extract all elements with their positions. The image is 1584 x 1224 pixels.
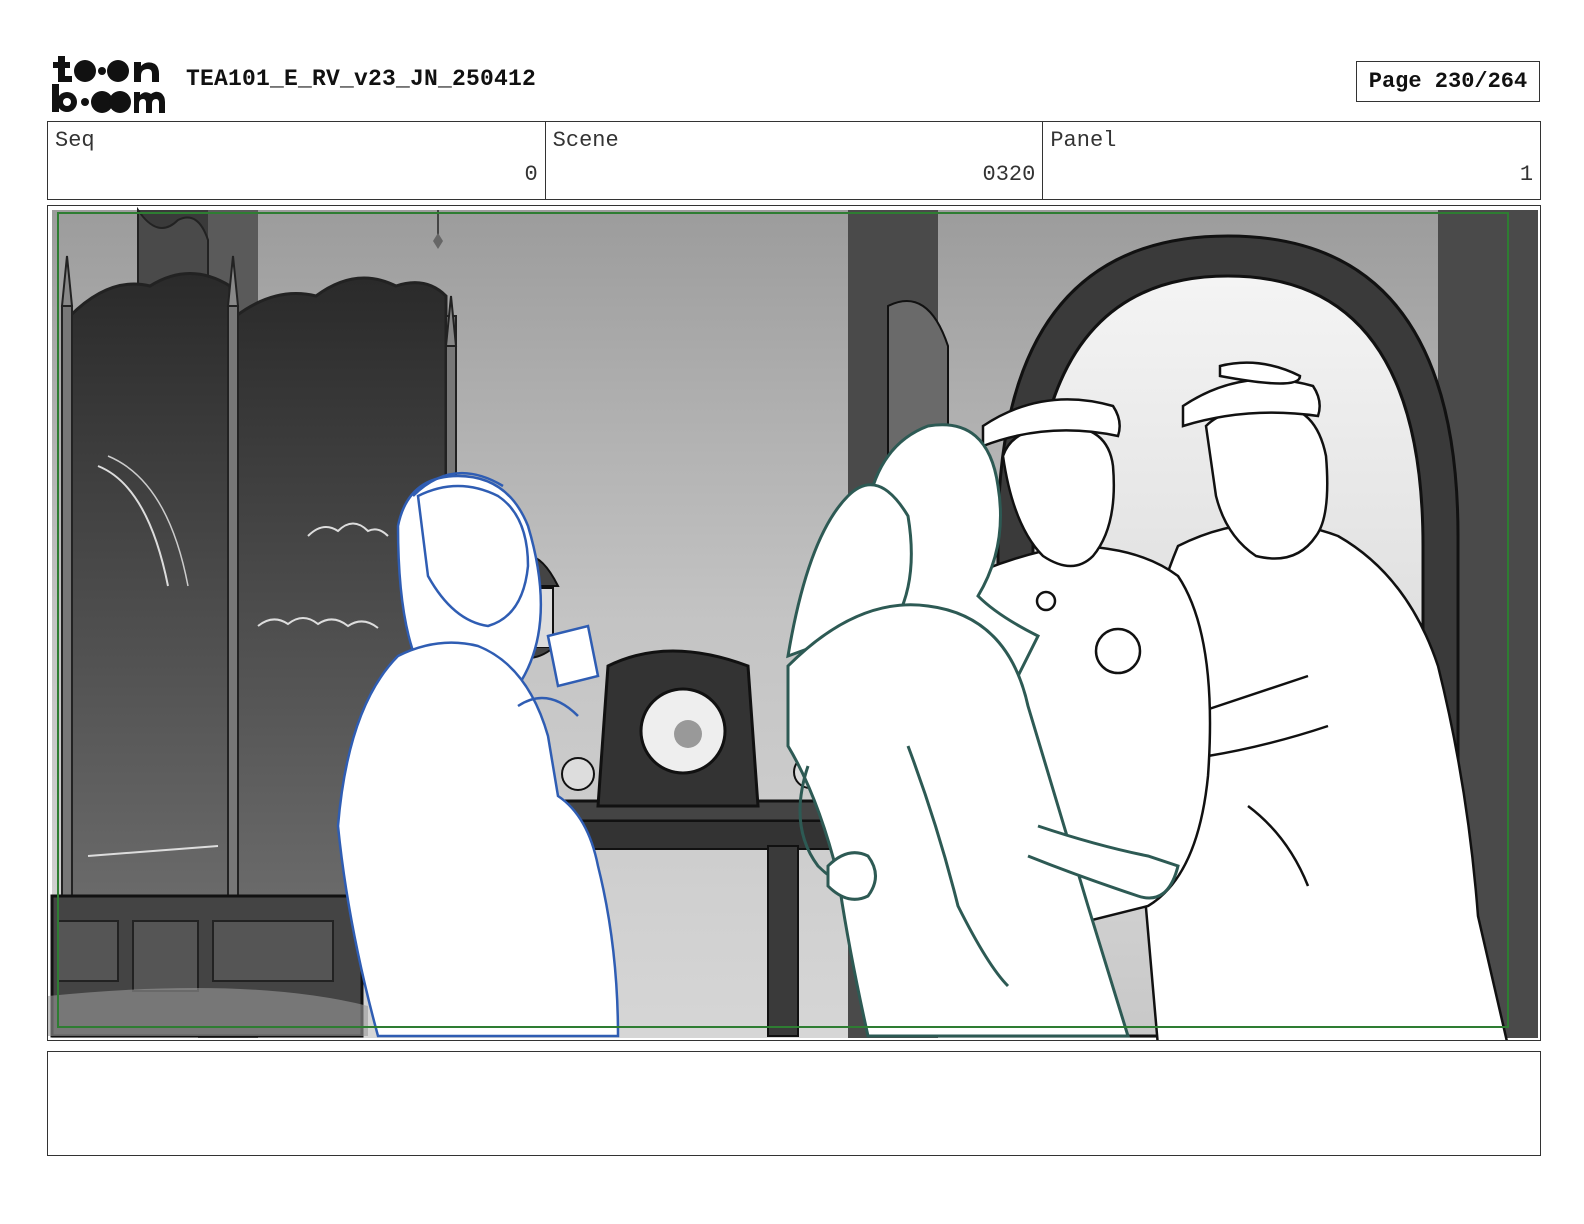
shot-info-row: Seq 0 Scene 0320 Panel 1 bbox=[47, 121, 1541, 200]
seq-value: 0 bbox=[524, 162, 538, 187]
scene-value: 0320 bbox=[982, 162, 1036, 187]
seq-label: Seq bbox=[55, 128, 95, 153]
scene-cell: Scene 0320 bbox=[546, 122, 1044, 199]
project-title: TEA101_E_RV_v23_JN_250412 bbox=[186, 66, 537, 92]
toon-boom-logo bbox=[50, 50, 166, 114]
left-cabinet bbox=[48, 894, 385, 1038]
seq-cell: Seq 0 bbox=[48, 122, 546, 199]
panel-value: 1 bbox=[1519, 162, 1534, 187]
panel-artwork bbox=[48, 206, 1538, 1040]
page-number: Page 230/264 bbox=[1356, 61, 1540, 102]
panel-label: Panel bbox=[1050, 128, 1117, 153]
panel-notes-box[interactable] bbox=[47, 1051, 1541, 1156]
panel-cell: Panel 1 bbox=[1043, 122, 1540, 199]
storyboard-panel bbox=[47, 205, 1541, 1041]
scene-label: Scene bbox=[552, 128, 619, 153]
